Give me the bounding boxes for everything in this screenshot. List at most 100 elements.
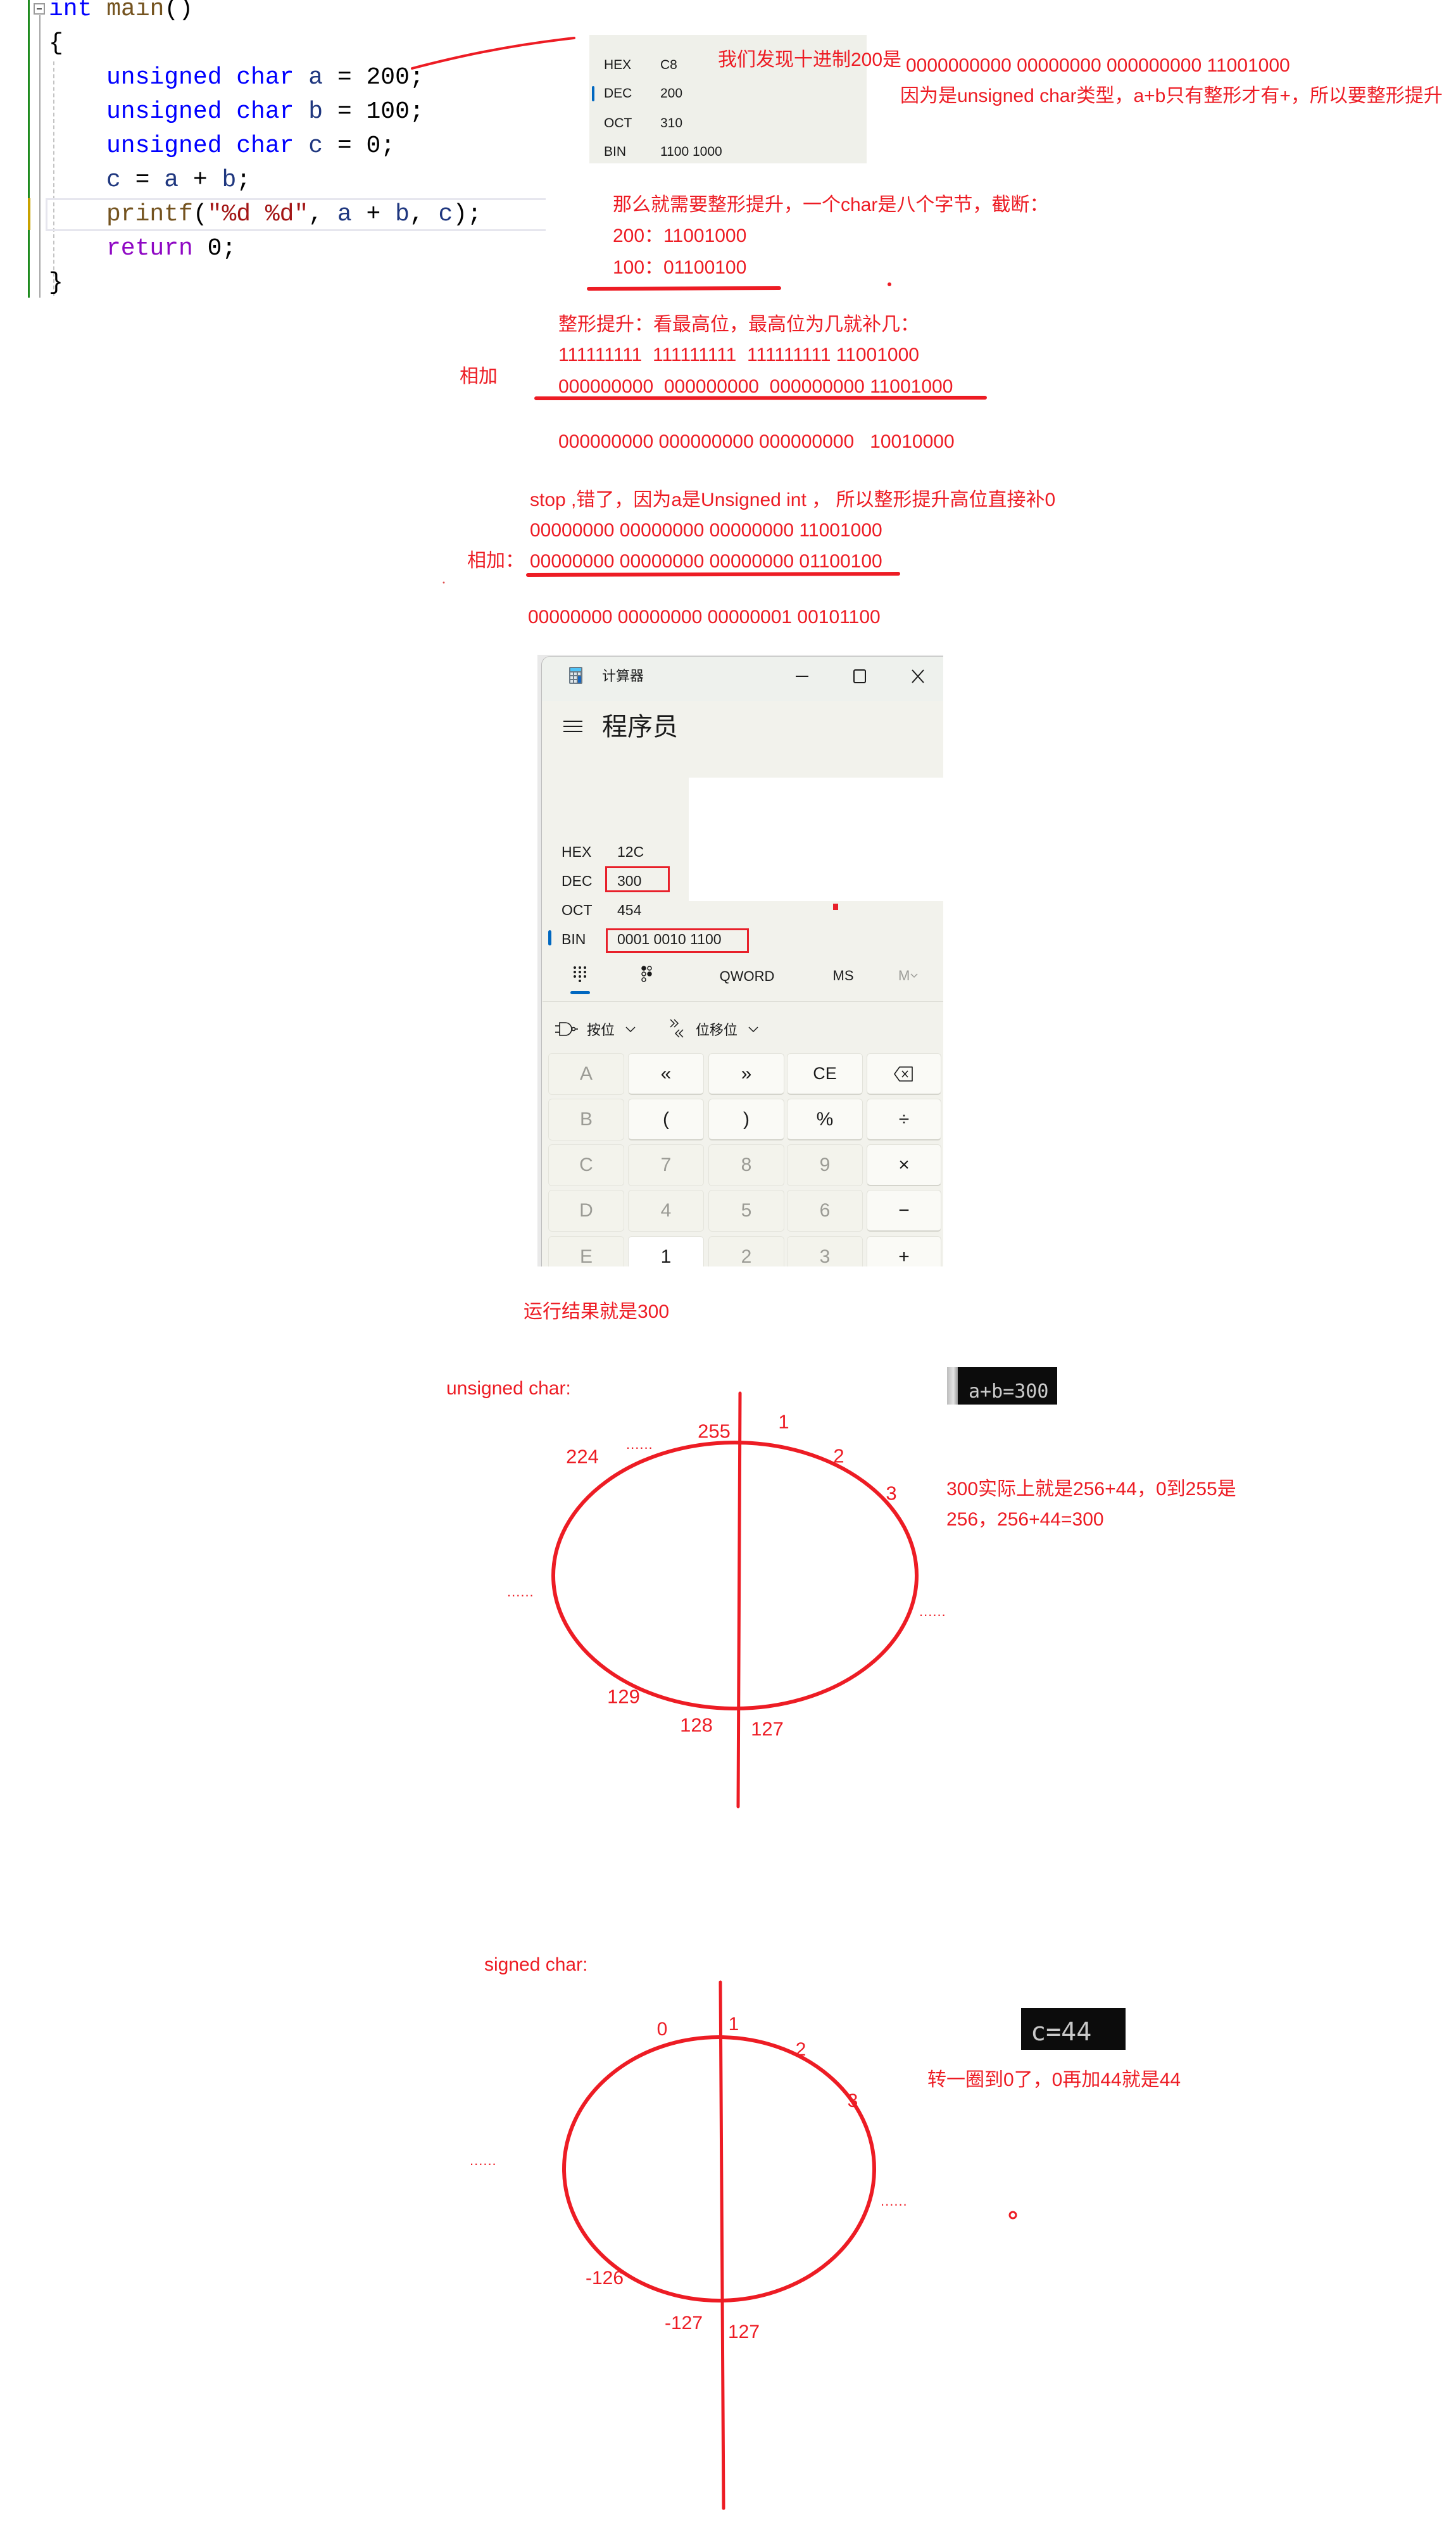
code-token: { — [49, 30, 63, 57]
unsigned-char-axis — [736, 1391, 742, 1809]
change-indicator-bar — [28, 0, 30, 298]
key-open-paren[interactable]: ( — [628, 1099, 704, 1140]
key-modulo[interactable]: % — [787, 1099, 863, 1140]
word-size-button[interactable]: QWORD — [720, 968, 775, 985]
radix-value-oct: 310 — [660, 116, 683, 130]
code-line[interactable]: unsigned char b = 100; — [106, 95, 424, 129]
key-divide[interactable]: ÷ — [867, 1099, 941, 1140]
key-hex-b[interactable]: B — [548, 1099, 624, 1140]
code-token: unsigned char — [106, 132, 294, 160]
key-hex-c[interactable]: C — [548, 1144, 624, 1186]
key-backspace[interactable] — [867, 1053, 941, 1095]
code-line[interactable]: { — [49, 27, 63, 61]
key-digit-3[interactable]: 3 — [787, 1236, 863, 1266]
signed-char-axis — [719, 1980, 725, 2510]
bitwise-dropdown[interactable]: 按位 — [555, 1019, 650, 1039]
key-digit-4[interactable]: 4 — [628, 1190, 704, 1232]
indent-guide — [53, 61, 54, 296]
key-multiply[interactable]: × — [867, 1144, 941, 1186]
key-digit-8[interactable]: 8 — [708, 1144, 784, 1186]
key-digit-6[interactable]: 6 — [787, 1190, 863, 1232]
key-clear-entry[interactable]: CE — [787, 1053, 863, 1095]
bitwise-label: 按位 — [587, 1022, 615, 1038]
cycle-label-224: 224 — [566, 1445, 599, 1468]
cycle-ellipsis-left: ...... — [507, 1584, 534, 1600]
logic-gate-icon — [555, 1022, 578, 1036]
unsigned-char-cycle — [551, 1441, 919, 1710]
active-tab-underline — [570, 991, 590, 994]
code-token: 0; — [192, 235, 237, 262]
code-token: main — [92, 0, 165, 23]
unsigned-note-line1: 300实际上就是256+44，0到255是 — [946, 1479, 1236, 1500]
code-line[interactable]: int main() — [49, 0, 193, 27]
cycle-label-0: 0 — [656, 2019, 668, 2040]
annotation-zero-extended-b: 00000000 00000000 00000000 01100100 — [530, 551, 882, 572]
code-token: unsigned char — [106, 64, 294, 91]
minimize-button[interactable] — [789, 664, 815, 689]
code-token: b — [222, 167, 237, 194]
key-digit-5[interactable]: 5 — [708, 1190, 784, 1232]
key-rotate-left[interactable]: « — [628, 1053, 704, 1095]
tab-full-keypad[interactable] — [567, 963, 593, 995]
code-line[interactable]: return 0; — [106, 232, 236, 266]
cycle-label-3: 3 — [886, 1482, 897, 1505]
memory-menu-button[interactable]: M — [898, 966, 925, 985]
key-digit-2[interactable]: 2 — [708, 1236, 784, 1266]
unsaved-change-indicator — [28, 198, 30, 230]
highlight-box-bin — [606, 928, 749, 953]
memory-menu-label: M — [898, 968, 910, 983]
code-token: , — [409, 201, 439, 228]
close-button[interactable] — [905, 664, 931, 689]
key-close-paren[interactable]: ) — [708, 1099, 784, 1140]
maximize-button[interactable] — [847, 664, 872, 689]
code-line[interactable]: printf("%d %d", a + b, c); — [106, 198, 482, 232]
code-line[interactable]: unsigned char a = 200; — [106, 61, 424, 95]
radix-label-oct: OCT — [604, 116, 632, 130]
key-hex-a[interactable]: A — [548, 1053, 624, 1095]
navigation-menu-button[interactable] — [560, 716, 586, 737]
memory-store-button[interactable]: MS — [833, 968, 854, 984]
annotation-binary-200-32bit: 0000000000 00000000 000000000 11001000 — [906, 55, 1290, 76]
radix-label-dec: DEC — [604, 86, 632, 101]
key-add[interactable]: + — [867, 1236, 941, 1266]
radix-value-oct: 454 — [617, 902, 642, 918]
code-token: } — [49, 269, 63, 296]
minimize-icon — [796, 676, 808, 677]
code-line[interactable]: unsigned char c = 0; — [106, 129, 395, 163]
console-output-text: a+b=300 — [969, 1380, 1049, 1403]
radix-label-dec[interactable]: DEC — [562, 873, 593, 889]
cycle-label-127: 127 — [751, 1717, 784, 1740]
key-digit-7[interactable]: 7 — [628, 1144, 704, 1186]
cycle-ellipsis-right: ...... — [881, 2193, 908, 2209]
fold-collapse-icon[interactable] — [34, 3, 45, 15]
highlight-box-dec — [605, 866, 670, 892]
key-hex-d[interactable]: D — [548, 1190, 624, 1232]
radix-value-bin: 1100 1000 — [660, 144, 722, 159]
radix-label-hex[interactable]: HEX — [562, 843, 591, 860]
cycle-label-3: 3 — [847, 2090, 858, 2111]
key-digit-1[interactable]: 1 — [628, 1236, 704, 1266]
underline-truncation — [587, 286, 781, 291]
key-hex-e[interactable]: E — [548, 1236, 624, 1266]
cycle-label-127: 127 — [727, 2321, 760, 2342]
bit-shift-icon — [670, 1019, 684, 1038]
key-digit-9[interactable]: 9 — [787, 1144, 863, 1186]
stray-dot — [442, 581, 445, 584]
annotation-sign-extended-a: 111111111 111111111 111111111 11001000 — [558, 344, 919, 365]
code-token: 100 — [366, 98, 410, 125]
key-rotate-right[interactable]: » — [708, 1053, 784, 1095]
key-subtract[interactable]: − — [867, 1190, 941, 1232]
code-token: ; — [409, 98, 424, 125]
radix-label-bin[interactable]: BIN — [562, 931, 586, 947]
radix-label-hex: HEX — [604, 58, 632, 72]
radix-label-oct[interactable]: OCT — [562, 902, 593, 918]
code-token: a — [337, 201, 352, 228]
code-line[interactable]: c = a + b; — [106, 163, 251, 198]
code-line[interactable]: } — [49, 266, 63, 300]
active-radix-indicator — [548, 930, 551, 945]
bit-shift-dropdown[interactable]: 位移位 — [668, 1018, 775, 1040]
annotation-decimal-200: 我们发现十进制200是 — [718, 49, 902, 70]
tab-bit-toggling-keypad[interactable] — [634, 963, 660, 988]
stray-circle-mark — [1008, 2211, 1017, 2220]
code-token: ( — [192, 201, 208, 228]
